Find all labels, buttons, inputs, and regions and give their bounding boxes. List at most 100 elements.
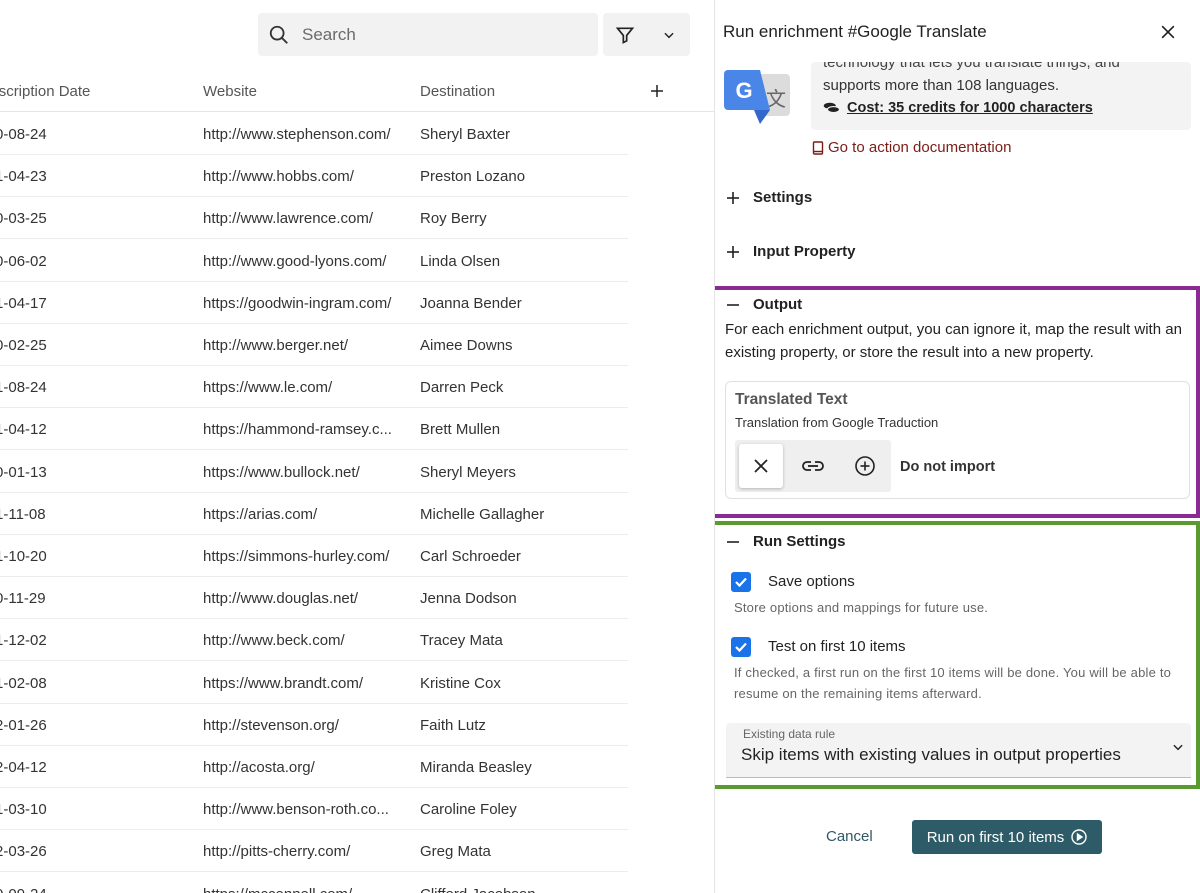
google-translate-icon: 文 G xyxy=(724,70,790,124)
x-icon xyxy=(754,459,768,473)
table-row[interactable]: 2021-03-10 http://www.benson-roth.co... Ca… xyxy=(0,788,628,831)
test-first-label[interactable]: Test on first 10 items xyxy=(768,638,906,655)
cell-destination: Roy Berry xyxy=(420,210,487,228)
filter-control[interactable] xyxy=(603,13,690,56)
output-name: Translated Text xyxy=(735,391,848,408)
output-subtitle: Translation from Google Traduction xyxy=(735,415,939,430)
table-row[interactable]: 2020-11-29 http://www.douglas.net/Jenna D… xyxy=(0,577,628,620)
cell-website: http://www.lawrence.com/ xyxy=(203,210,374,228)
output-description: For each enrichment output, you can igno… xyxy=(725,321,1182,361)
cell-website: https://simmons-hurley.com/ xyxy=(203,548,390,565)
cell-destination: Preston Lozano xyxy=(420,168,526,186)
cell-subscription-date: 2021-11-08 xyxy=(0,505,46,523)
input-property-section-toggle[interactable]: Input Property xyxy=(725,243,856,260)
table-row[interactable]: 2021-04-17 https://goodwin-ingram.com/Joa… xyxy=(0,282,628,324)
output-section-toggle[interactable]: Output xyxy=(725,296,802,313)
cell-destination: Michelle Gallagher xyxy=(420,505,545,523)
table-row[interactable]: 2020-06-02 http://www.good-lyons.com/Lind… xyxy=(0,240,628,282)
table-row[interactable]: 2021-02-08 https://www.brandt.com/Kristin… xyxy=(0,662,628,704)
column-header-destination[interactable]: Destination xyxy=(420,83,495,100)
cell-subscription-date: 2022-04-12 xyxy=(0,759,47,776)
chevron-down-icon xyxy=(663,32,674,38)
enrichment-panel: Run enrichment #Google Translate 文 G tec… xyxy=(714,0,1200,893)
table-row[interactable]: 2022-03-26 http://pitts-cherry.com/Greg M… xyxy=(0,830,628,873)
cell-subscription-date: 2021-04-12 xyxy=(0,421,47,439)
table-row[interactable]: 2020-09-24 https://mcconnell.com/Clifford… xyxy=(0,873,628,893)
existing-data-rule-value: Skip items with existing values in outpu… xyxy=(741,745,1121,764)
column-header-website[interactable]: Website xyxy=(203,83,257,100)
cost-info: Cost: 35 credits for 1000 characters xyxy=(823,100,1093,116)
checkmark-icon xyxy=(735,577,747,588)
new-property-mode-button[interactable] xyxy=(839,440,891,492)
table-row[interactable]: 2021-10-20 https://simmons-hurley.com/Car… xyxy=(0,535,628,577)
run-button[interactable]: Run on first 10 items xyxy=(912,820,1102,854)
cell-subscription-date: 2020-03-25 xyxy=(0,210,47,228)
table-row[interactable]: 2022-01-26 http://stevenson.org/Faith Lut… xyxy=(0,704,628,746)
documentation-link[interactable]: Go to action documentation xyxy=(812,139,1011,156)
play-circle-icon xyxy=(1071,829,1087,845)
table-row[interactable]: 2020-08-24 http://www.stephenson.com/Sher… xyxy=(0,113,628,155)
cell-destination: Sheryl Meyers xyxy=(420,463,516,481)
cell-website: http://stevenson.org/ xyxy=(203,716,339,734)
cell-website: http://www.douglas.net/ xyxy=(203,590,359,608)
plus-icon xyxy=(727,191,739,204)
existing-data-rule-select[interactable]: Existing data rule Skip items with exist… xyxy=(726,723,1191,778)
run-settings-section-toggle[interactable]: Run Settings xyxy=(725,533,846,550)
output-mode-label: Do not import xyxy=(900,459,996,475)
link-icon xyxy=(802,461,824,471)
cell-destination: Joanna Bender xyxy=(420,294,522,312)
app-root: Subscription Date Website Destination 20… xyxy=(0,0,1200,893)
cancel-button[interactable]: Cancel xyxy=(826,828,873,845)
cell-destination: Carl Schroeder xyxy=(420,548,521,565)
save-options-help: Store options and mappings for future us… xyxy=(734,600,989,615)
table-row[interactable]: 2020-03-25 http://www.lawrence.com/Roy Be… xyxy=(0,197,628,240)
test-first-checkbox[interactable] xyxy=(731,637,751,657)
description-text: supports more than 108 languages. xyxy=(823,77,1059,94)
cell-destination: Kristine Cox xyxy=(420,674,501,692)
checkmark-icon xyxy=(735,642,747,653)
output-section-label: Output xyxy=(753,296,803,313)
search-input[interactable] xyxy=(302,24,562,45)
settings-section-label: Settings xyxy=(753,189,813,206)
table-row[interactable]: 2021-04-23 http://www.hobbs.com/Preston L… xyxy=(0,155,628,198)
table-row[interactable]: 2021-11-08 https://arias.com/Michelle Gal… xyxy=(0,493,628,535)
filter-button[interactable] xyxy=(603,25,647,45)
cell-destination: Greg Mata xyxy=(420,843,491,861)
cell-website: https://www.le.com/ xyxy=(203,379,333,397)
table-row[interactable]: 2021-04-12 https://hammond-ramsey.c... Bre… xyxy=(0,408,628,451)
table-row[interactable]: 2020-02-25 http://www.berger.net/Aimee Do… xyxy=(0,324,628,366)
cell-website: http://www.benson-roth.co... xyxy=(203,801,389,819)
search-bar[interactable] xyxy=(258,13,598,56)
filter-dropdown-button[interactable] xyxy=(647,28,690,42)
output-mode-selector xyxy=(735,440,891,492)
cell-destination: Brett Mullen xyxy=(420,421,501,439)
output-mapping-card: Translated Text Translation from Google … xyxy=(725,381,1190,499)
cell-website: http://www.good-lyons.com/ xyxy=(203,252,387,270)
cell-subscription-date: 2022-01-26 xyxy=(0,716,47,734)
table-row[interactable]: 2020-01-13 https://www.bullock.net/Sheryl… xyxy=(0,451,628,493)
cell-website: https://goodwin-ingram.com/ xyxy=(203,294,392,312)
close-icon[interactable] xyxy=(1158,22,1178,42)
save-options-checkbox[interactable] xyxy=(731,572,751,592)
table-row[interactable]: 2021-08-24 https://www.le.com/Darren Peck xyxy=(0,366,628,409)
table-row[interactable]: 2022-04-12 http://acosta.org/Miranda Beas… xyxy=(0,746,628,788)
cell-subscription-date: 2021-08-24 xyxy=(0,379,47,397)
cell-destination: Tracey Mata xyxy=(420,632,503,650)
cell-destination: Caroline Foley xyxy=(420,801,517,819)
column-header-subscription-date[interactable]: Subscription Date xyxy=(0,83,108,100)
add-column-plus-icon[interactable] xyxy=(648,82,666,100)
cell-subscription-date: 2021-10-20 xyxy=(0,548,47,565)
minus-icon xyxy=(727,540,739,543)
cell-website: https://hammond-ramsey.c... xyxy=(203,421,392,439)
cell-subscription-date: 2021-02-08 xyxy=(0,674,47,692)
cell-subscription-date: 2020-11-29 xyxy=(0,590,46,608)
map-mode-button[interactable] xyxy=(787,440,839,492)
table-row[interactable]: 2021-12-02 http://www.beck.com/Tracey Mat… xyxy=(0,619,628,662)
table-header: Subscription Date Website Destination xyxy=(0,72,714,112)
cell-website: http://www.beck.com/ xyxy=(203,632,345,650)
settings-section-toggle[interactable]: Settings xyxy=(725,189,812,206)
ignore-mode-button[interactable] xyxy=(739,444,783,488)
save-options-label[interactable]: Save options xyxy=(768,573,855,590)
filter-icon xyxy=(615,27,635,44)
existing-data-rule-label: Existing data rule xyxy=(743,727,836,741)
